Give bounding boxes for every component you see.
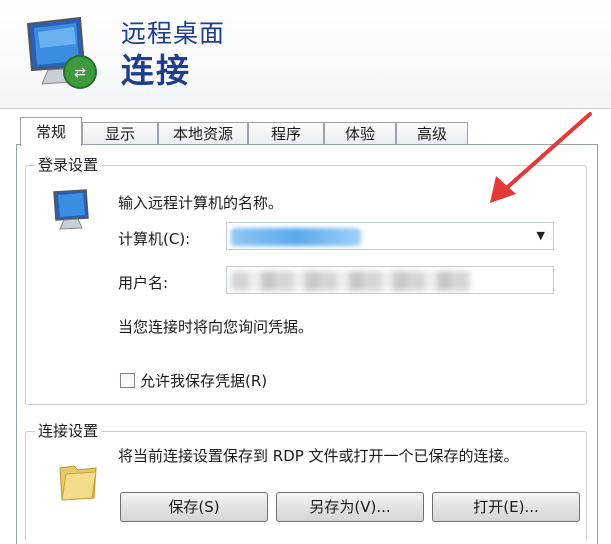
tab-local-resources[interactable]: 本地资源 (158, 122, 248, 145)
username-field[interactable] (226, 266, 554, 294)
computer-value-redacted (231, 228, 361, 246)
connection-settings-group: 连接设置 将当前连接设置保存到 RDP 文件或打开一个已保存的连接。 保存(S)… (25, 420, 587, 541)
tab-advanced[interactable]: 高级 (396, 122, 468, 145)
tab-general[interactable]: 常规 (20, 117, 82, 146)
save-credentials-label[interactable]: 允许我保存凭据(R) (140, 370, 267, 391)
header-banner: ⇄ 远程桌面 连接 (0, 0, 611, 109)
dialog-title: 连接 (121, 51, 191, 90)
connection-description: 将当前连接设置保存到 RDP 文件或打开一个已保存的连接。 (118, 447, 519, 465)
computer-label: 计算机(C): (118, 230, 191, 248)
folder-icon (59, 465, 97, 501)
save-button[interactable]: 保存(S) (120, 492, 268, 522)
tab-experience[interactable]: 体验 (324, 122, 396, 145)
instruction-text: 输入远程计算机的名称。 (118, 194, 284, 212)
save-credentials-checkbox[interactable] (120, 373, 135, 388)
computer-combobox[interactable]: ▼ (226, 222, 554, 250)
chevron-down-icon[interactable]: ▼ (537, 229, 545, 242)
open-button[interactable]: 打开(E)... (432, 492, 580, 522)
username-value-redacted (231, 271, 471, 291)
remote-desktop-icon: ⇄ (26, 16, 97, 89)
tab-programs[interactable]: 程序 (248, 122, 324, 145)
username-label: 用户名: (118, 274, 169, 292)
red-arrow-annotation (490, 112, 592, 203)
save-as-button[interactable]: 另存为(V)... (276, 492, 424, 522)
connection-settings-title: 连接设置 (35, 420, 102, 441)
credentials-hint: 当您连接时将向您询问凭据。 (118, 318, 314, 336)
login-settings-title: 登录设置 (35, 154, 102, 175)
tab-display[interactable]: 显示 (82, 122, 158, 145)
computer-icon (53, 189, 89, 230)
svg-text:⇄: ⇄ (74, 65, 86, 81)
